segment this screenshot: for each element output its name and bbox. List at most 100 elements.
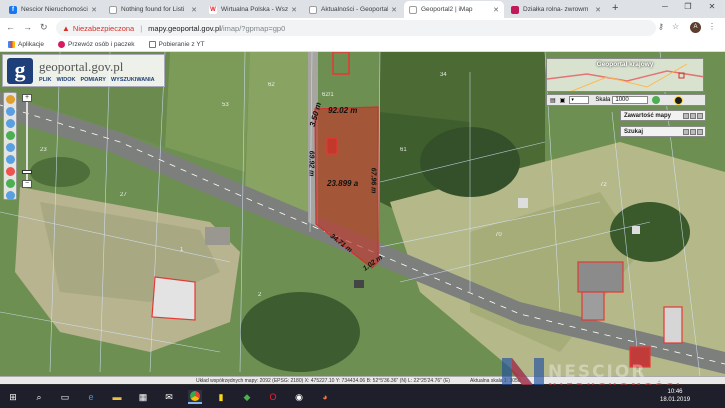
zoom-in-icon[interactable] xyxy=(6,107,15,116)
bookmark-transport[interactable]: Przewóz osób i paczek xyxy=(58,41,135,48)
scale-select[interactable]: ▾ xyxy=(569,96,590,104)
info-icon[interactable] xyxy=(6,179,15,188)
file-explorer-icon[interactable]: ▬ xyxy=(110,390,124,404)
full-extent-icon[interactable] xyxy=(6,131,15,140)
panel-search[interactable]: Szukaj xyxy=(620,126,706,137)
apply-scale-icon[interactable] xyxy=(652,96,661,104)
tab-title: Geoportal2 | iMap xyxy=(421,6,473,13)
task-view-icon[interactable]: ▭ xyxy=(58,390,72,404)
close-icon[interactable]: ✕ xyxy=(91,6,97,14)
menu-dots-icon[interactable]: ⋮ xyxy=(708,22,716,31)
parcel-number-label: 62 xyxy=(268,82,275,88)
maximize-icon[interactable]: ❐ xyxy=(678,2,698,11)
page-icon xyxy=(148,41,156,48)
measure-icon[interactable] xyxy=(6,167,15,176)
map-viewport[interactable]: 92.02 m 3.50 m 69.92 m 67.96 m 34.71 m 1… xyxy=(0,52,725,376)
reload-icon[interactable]: ↻ xyxy=(40,22,48,33)
bookmark-label: Aplikacje xyxy=(18,41,45,48)
close-icon[interactable]: ✕ xyxy=(291,6,297,14)
bookmark-yt[interactable]: Pobieranie z YT xyxy=(148,41,205,48)
browser-tab-3[interactable]: W Wirtualna Polska - Wsz ✕ xyxy=(204,1,302,18)
panel-title: Zawartość mapy xyxy=(624,113,672,119)
overview-title: Geoportal krajowy xyxy=(596,61,654,68)
firefox-icon[interactable]: ◕ xyxy=(318,390,332,404)
key-icon[interactable]: ⚷ xyxy=(658,22,664,31)
building-outline xyxy=(326,137,338,155)
geoportal-logo-icon: g xyxy=(7,58,33,84)
parcel-area-label: 23.899 a xyxy=(327,179,359,188)
zoom-minus-button[interactable]: − xyxy=(22,180,32,188)
sticky-notes-icon[interactable]: ▮ xyxy=(214,390,228,404)
panel-minimize-icon[interactable] xyxy=(683,129,689,135)
bookmark-apps[interactable]: Aplikacje xyxy=(8,41,44,48)
star-icon[interactable]: ☆ xyxy=(672,22,679,31)
menu-widok[interactable]: WIDOK xyxy=(57,77,76,83)
print-icon[interactable]: ▣ xyxy=(560,97,566,104)
address-bar[interactable]: ▲ Niezabezpieczona | mapy.geoportal.gov.… xyxy=(56,20,656,36)
bookmarks-bar: Aplikacje Przewóz osób i paczek Pobieran… xyxy=(0,38,725,52)
browser-tab-2[interactable]: Nothing found for Listi ✕ xyxy=(104,1,202,18)
panel-map-contents[interactable]: Zawartość mapy xyxy=(620,110,706,121)
edge-icon[interactable]: e xyxy=(84,390,98,404)
zoom-handle[interactable] xyxy=(22,170,32,174)
geoportal-header: g geoportal.gov.pl PLIK WIDOK POMIARY WY… xyxy=(2,54,165,87)
menu-pomiary[interactable]: POMIARY xyxy=(80,77,105,83)
browser-tab-1[interactable]: f Nescior Nieruchomości ✕ xyxy=(4,1,102,18)
panel-minimize-icon[interactable] xyxy=(683,113,689,119)
profile-avatar[interactable]: A xyxy=(690,22,701,33)
windows-start-icon[interactable]: ⊞ xyxy=(6,390,20,404)
hand-pan-icon[interactable] xyxy=(6,95,15,104)
geoportal-menu: PLIK WIDOK POMIARY WYSZUKIWANIA xyxy=(39,77,160,83)
print-icon[interactable] xyxy=(6,191,15,200)
next-view-icon[interactable] xyxy=(6,155,15,164)
coordinate-status-bar: Układ współrzędnych mapy: 2092 (EPSG: 21… xyxy=(0,376,725,384)
scale-label: Skala xyxy=(595,97,611,103)
forward-arrow-icon[interactable]: → xyxy=(23,22,32,32)
close-icon[interactable]: ✕ xyxy=(595,6,601,14)
parcel-number-label: 72 xyxy=(600,182,607,188)
menu-plik[interactable]: PLIK xyxy=(39,77,52,83)
back-arrow-icon[interactable]: ← xyxy=(6,22,15,32)
overview-map[interactable]: Geoportal krajowy xyxy=(546,58,704,92)
parcel-number-label: 53 xyxy=(222,102,229,108)
browser-tab-6[interactable]: Działka rolna- zwrowm ✕ xyxy=(506,1,606,18)
browser-tab-4[interactable]: Aktualności - Geoportal ✕ xyxy=(304,1,402,18)
building-outline xyxy=(151,276,196,321)
panel-restore-icon[interactable] xyxy=(690,113,696,119)
dimension-label: 69.92 m xyxy=(307,150,315,177)
close-icon[interactable]: ✕ xyxy=(493,6,499,14)
panel-close-icon[interactable] xyxy=(697,129,703,135)
mail-icon[interactable]: ✉ xyxy=(162,390,176,404)
zoom-slider[interactable]: + − xyxy=(22,94,32,188)
app-icon[interactable]: ◉ xyxy=(292,390,306,404)
dimension-label: 92.02 m xyxy=(328,106,358,115)
close-window-icon[interactable]: ✕ xyxy=(702,2,722,11)
dimension-label: 67.96 m xyxy=(369,167,377,194)
building-outline xyxy=(629,346,651,368)
previous-view-icon[interactable] xyxy=(6,143,15,152)
parcel-number-label: 61 xyxy=(400,147,407,153)
store-icon[interactable]: ▦ xyxy=(136,390,150,404)
panel-restore-icon[interactable] xyxy=(690,129,696,135)
browser-tab-strip: f Nescior Nieruchomości ✕ Nothing found … xyxy=(0,0,725,18)
layers-icon[interactable]: ▤ xyxy=(550,97,556,104)
minimize-icon[interactable]: ─ xyxy=(655,2,675,11)
zoom-plus-button[interactable]: + xyxy=(22,94,32,102)
bookmark-label: Pobieranie z YT xyxy=(158,41,205,48)
page-icon xyxy=(409,5,417,14)
menu-wyszukiwania[interactable]: WYSZUKIWANIA xyxy=(111,77,155,83)
zoom-out-icon[interactable] xyxy=(6,119,15,128)
close-icon[interactable]: ✕ xyxy=(391,6,397,14)
browser-tab-5-active[interactable]: Geoportal2 | iMap ✕ xyxy=(404,1,504,18)
app-icon[interactable]: ◆ xyxy=(240,390,254,404)
panel-close-icon[interactable] xyxy=(697,113,703,119)
opera-icon[interactable]: O xyxy=(266,390,280,404)
eye-icon[interactable] xyxy=(674,95,684,105)
new-tab-button[interactable]: + xyxy=(612,2,618,14)
system-clock[interactable]: 10:46 18.01.2019 xyxy=(660,388,690,404)
search-icon[interactable]: ⌕ xyxy=(32,390,46,404)
tab-title: Wirtualna Polska - Wsz xyxy=(221,6,289,13)
chrome-icon[interactable] xyxy=(188,390,202,404)
scale-input[interactable]: 1000 xyxy=(612,96,649,104)
close-icon[interactable]: ✕ xyxy=(191,6,197,14)
